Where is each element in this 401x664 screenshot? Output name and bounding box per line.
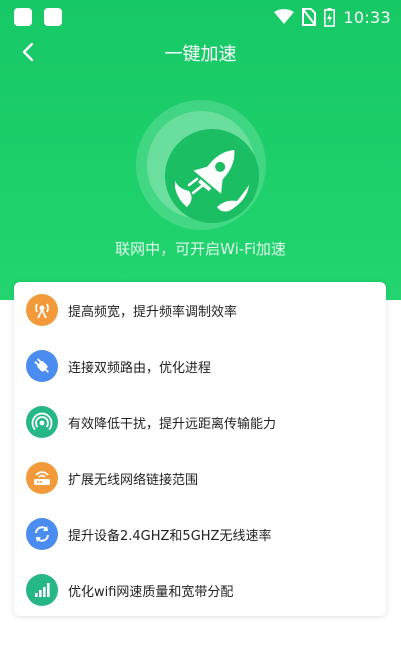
router-icon [26, 462, 58, 494]
header-background: 10:33 一键加速 联网中，可开启Wi-Fi加速 [0, 0, 401, 300]
list-item: 扩展无线网络链接范围 [14, 450, 386, 506]
clock-time: 10:33 [343, 7, 391, 27]
feature-label: 优化wifi网速质量和宽带分配 [68, 584, 234, 600]
page-title: 一键加速 [164, 44, 237, 65]
notification-icon [44, 8, 62, 26]
antenna-icon [26, 294, 58, 326]
list-item: 有效降低干扰，提升远距离传输能力 [14, 394, 386, 450]
feature-label: 提高频宽，提升频率调制效率 [68, 304, 238, 320]
no-sim-icon [302, 8, 317, 26]
list-item: 优化wifi网速质量和宽带分配 [14, 562, 386, 618]
connection-status: 联网中，可开启Wi-Fi加速 [115, 240, 286, 258]
plug-icon [26, 350, 58, 382]
list-item: 连接双频路由，优化进程 [14, 338, 386, 394]
feature-label: 连接双频路由，优化进程 [68, 360, 212, 376]
feature-label: 提升设备2.4GHZ和5GHZ无线速率 [68, 528, 272, 544]
status-bar: 10:33 [0, 0, 401, 34]
feature-card: 提高频宽，提升频率调制效率 连接双频路由，优化进程 有效降低干扰，提升远距离传输… [14, 282, 386, 616]
battery-charging-icon [324, 7, 336, 27]
wifi-icon [274, 9, 295, 24]
notification-icon [14, 8, 32, 26]
list-item: 提升设备2.4GHZ和5GHZ无线速率 [14, 506, 386, 562]
feature-label: 有效降低干扰，提升远距离传输能力 [68, 416, 277, 432]
feature-label: 扩展无线网络链接范围 [68, 472, 199, 488]
refresh-icon [26, 518, 58, 550]
nav-bar: 一键加速 [0, 34, 401, 70]
signal-bars-icon [26, 574, 58, 606]
list-item: 提高频宽，提升频率调制效率 [14, 282, 386, 338]
boost-circle[interactable] [136, 100, 266, 230]
signal-waves-icon [26, 406, 58, 438]
rocket-globe-icon [175, 150, 249, 212]
